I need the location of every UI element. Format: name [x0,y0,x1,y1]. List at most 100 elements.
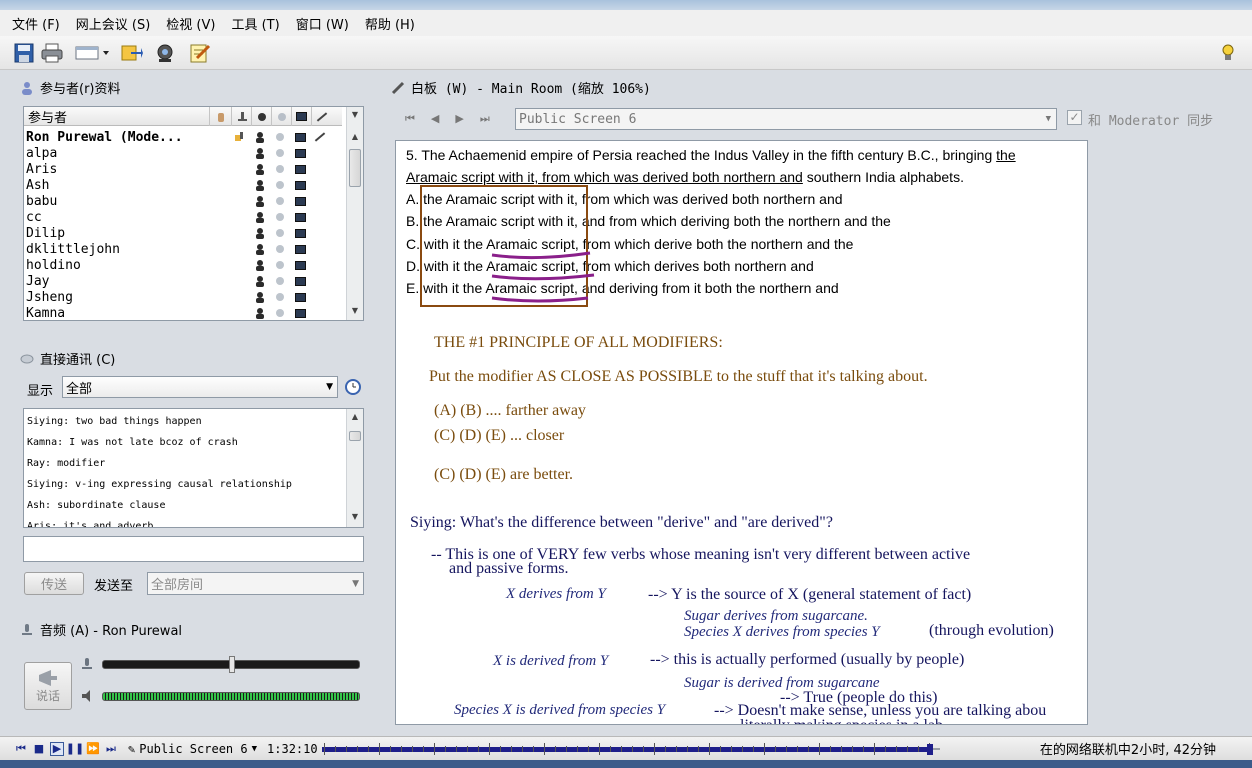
timeline-tick [609,745,611,752]
person-column-icon[interactable] [252,107,272,126]
participant-row[interactable]: babu [24,193,342,209]
participants-scrollbar[interactable]: ▼ ▲ ▼ [346,107,363,320]
participant-row[interactable]: holdino [24,257,342,273]
participant-row[interactable]: cc [24,209,342,225]
scroll-thumb[interactable] [349,149,361,187]
notes-icon[interactable] [188,41,212,65]
timeline-tick [576,745,578,752]
participant-row[interactable]: Jay [24,273,342,289]
status-bar: ⏮ ■ ▶ ❚❚ ⏩ ⏭ ✎ Public Screen 6 ▼ 1:32:10… [0,736,1252,760]
prev-page-icon[interactable]: ◀ [431,112,439,126]
menu-window[interactable]: 窗口 (W) [296,14,349,33]
lightbulb-icon[interactable] [1216,41,1240,65]
share-screen-icon[interactable] [120,41,144,65]
sync-label: 和 Moderator 同步 [1088,114,1214,129]
elapsed-time: 1:32:10 [267,741,318,756]
monitor-icon [290,129,310,145]
save-icon[interactable] [12,41,36,65]
whiteboard-panel: 白板 (W) - Main Room (缩放 106%) ⏮ ◀ ▶ ⏭ Pub… [385,72,1252,732]
webcam-icon[interactable] [154,41,178,65]
stop-icon[interactable]: ■ [32,742,46,756]
pen-icon [310,257,330,273]
participant-name: babu [26,193,58,209]
timeline-tick [862,745,864,752]
whiteboard-canvas[interactable]: 5. The Achaemenid empire of Persia reach… [395,140,1088,725]
timeline-tick [356,745,358,752]
play-icon[interactable]: ▶ [50,741,64,756]
participant-row[interactable]: Kamna [24,305,342,320]
send-to-select[interactable]: 全部房间 ▼ [147,572,364,595]
speaker-level-slider[interactable] [102,692,360,701]
menu-help[interactable]: 帮助 (H) [365,14,415,33]
taskbar [0,760,1252,768]
skip-end-icon[interactable]: ⏭ [104,742,118,756]
participant-name-column[interactable]: 参与者 [24,107,210,126]
fast-forward-icon[interactable]: ⏩ [86,742,100,756]
timeline-tick [873,742,875,755]
participant-name: alpa [26,145,58,161]
speaker-icon [80,689,94,706]
chevron-up-icon[interactable]: ▲ [347,409,363,425]
pen-icon [310,289,330,305]
print-icon[interactable] [40,41,64,65]
hand-icon[interactable] [210,107,232,126]
mic-column-icon[interactable] [232,107,252,126]
timeline-thumb[interactable] [927,743,934,755]
mic-level-slider[interactable] [102,656,360,673]
status-screen-dropdown[interactable]: ✎ Public Screen 6 ▼ [128,742,257,756]
participant-row[interactable]: Aris [24,161,342,177]
participant-row[interactable]: Ron Purewal (Mode... [24,129,342,145]
note-line-2: and passive forms. [449,560,569,577]
participant-name: Ron Purewal (Mode... [26,129,183,145]
pen-icon [310,145,330,161]
timeline-track[interactable] [321,739,940,759]
example-cut-off: literally making species in a lab [740,717,943,724]
chat-message: Siying: two bad things happen [27,416,202,427]
participant-row[interactable]: alpa [24,145,342,161]
participants-list[interactable]: 参与者 ▼ ▲ ▼ Ron Purewal (Mode... alpa Aris As… [23,106,364,321]
audio-header: 音频 (A) - Ron Purewal [20,620,182,639]
menu-meeting[interactable]: 网上会议 (S) [76,14,151,33]
timeline-tick [884,745,886,752]
monitor-column-icon[interactable] [292,107,312,126]
siying-question: Siying: What's the difference between "d… [410,514,833,531]
talk-button[interactable]: 说话 [24,662,72,710]
chat-scrollbar[interactable]: ▲ ▼ [346,409,363,527]
timeline-tick [389,745,391,752]
monitor-icon [290,305,310,320]
screen-select[interactable]: Public Screen 6 ▼ [515,108,1057,130]
participant-row[interactable]: dklittlejohn [24,241,342,257]
chevron-down-icon[interactable]: ▼ [347,107,363,123]
chevron-down-icon[interactable]: ▼ [347,303,363,319]
timeline-tick [741,745,743,752]
last-page-icon[interactable]: ⏭ [480,112,490,126]
menu-file[interactable]: 文件 (F) [12,14,60,33]
layout-dropdown-icon[interactable] [74,41,112,65]
menu-view[interactable]: 检视 (V) [166,14,215,33]
timeline-tick [653,742,655,755]
scroll-thumb[interactable] [349,431,361,441]
timeline-tick [334,745,336,752]
pen-column-icon[interactable] [312,107,332,126]
chat-filter-select[interactable]: 全部 ▼ [62,376,338,398]
sync-checkbox[interactable]: ✓ [1067,110,1082,125]
mic-slider-thumb[interactable] [229,656,235,673]
rewind-start-icon[interactable]: ⏮ [14,742,28,756]
chat-column-icon[interactable] [272,107,292,126]
send-button[interactable]: 传送 [24,572,84,595]
next-page-icon[interactable]: ▶ [455,112,463,126]
timeline-tick [565,745,567,752]
participant-row[interactable]: Ash [24,177,342,193]
participant-row[interactable]: Jsheng [24,289,342,305]
chat-log[interactable]: Siying: two bad things happen Kamna: I wa… [23,408,364,528]
clock-icon[interactable] [345,379,361,398]
underline-c [491,251,591,260]
chevron-up-icon[interactable]: ▲ [347,129,363,145]
chevron-down-icon[interactable]: ▼ [347,509,363,525]
participant-row[interactable]: Dilip [24,225,342,241]
chat-input[interactable] [23,536,364,562]
menu-tools[interactable]: 工具 (T) [231,14,279,33]
pause-icon[interactable]: ❚❚ [66,742,84,756]
first-page-icon[interactable]: ⏮ [405,112,415,126]
timeline-tick [620,745,622,752]
